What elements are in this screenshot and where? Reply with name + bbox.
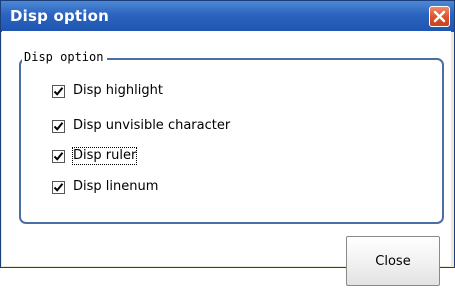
option-label: Disp unvisible character: [73, 118, 231, 133]
option-label: Disp highlight: [73, 83, 163, 98]
check-icon: [53, 151, 64, 161]
checkbox-box[interactable]: [52, 119, 65, 133]
disp-highlight-checkbox[interactable]: Disp highlight: [52, 82, 163, 100]
check-icon: [53, 121, 64, 131]
check-icon: [53, 86, 64, 96]
close-button[interactable]: Close: [346, 236, 440, 286]
disp-ruler-checkbox[interactable]: Disp ruler: [52, 147, 138, 165]
option-label: Disp linenum: [73, 179, 159, 194]
title-bar[interactable]: Disp option: [1, 1, 454, 32]
checkbox-box[interactable]: [52, 180, 65, 194]
checkbox-box[interactable]: [52, 149, 65, 163]
window-title: Disp option: [10, 7, 110, 25]
groupbox-legend: Disp option: [22, 49, 108, 65]
disp-unvisible-character-checkbox[interactable]: Disp unvisible character: [52, 117, 230, 135]
disp-linenum-checkbox[interactable]: Disp linenum: [52, 178, 158, 196]
close-icon: [433, 10, 446, 23]
title-close-button[interactable]: [429, 6, 450, 27]
check-icon: [53, 182, 64, 192]
checkbox-box[interactable]: [52, 84, 65, 98]
option-label: Disp ruler: [71, 147, 138, 165]
